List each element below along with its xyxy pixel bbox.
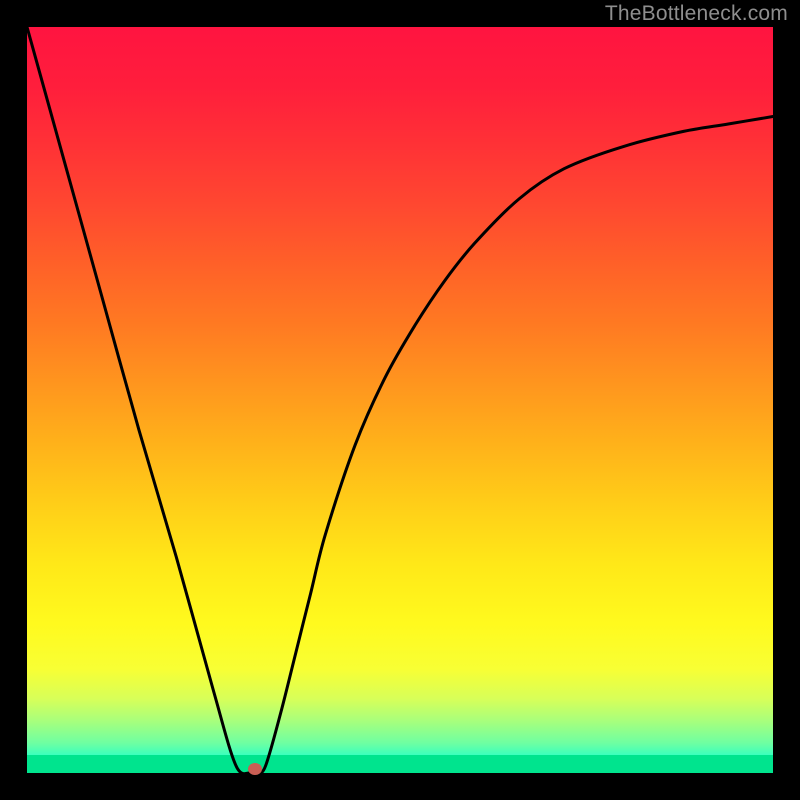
plot-area — [27, 27, 773, 773]
chart-frame: TheBottleneck.com — [0, 0, 800, 800]
curve-minimum-marker — [248, 763, 262, 775]
bottleneck-curve-path — [27, 27, 773, 773]
watermark-text: TheBottleneck.com — [605, 2, 788, 26]
curve-svg — [27, 27, 773, 773]
